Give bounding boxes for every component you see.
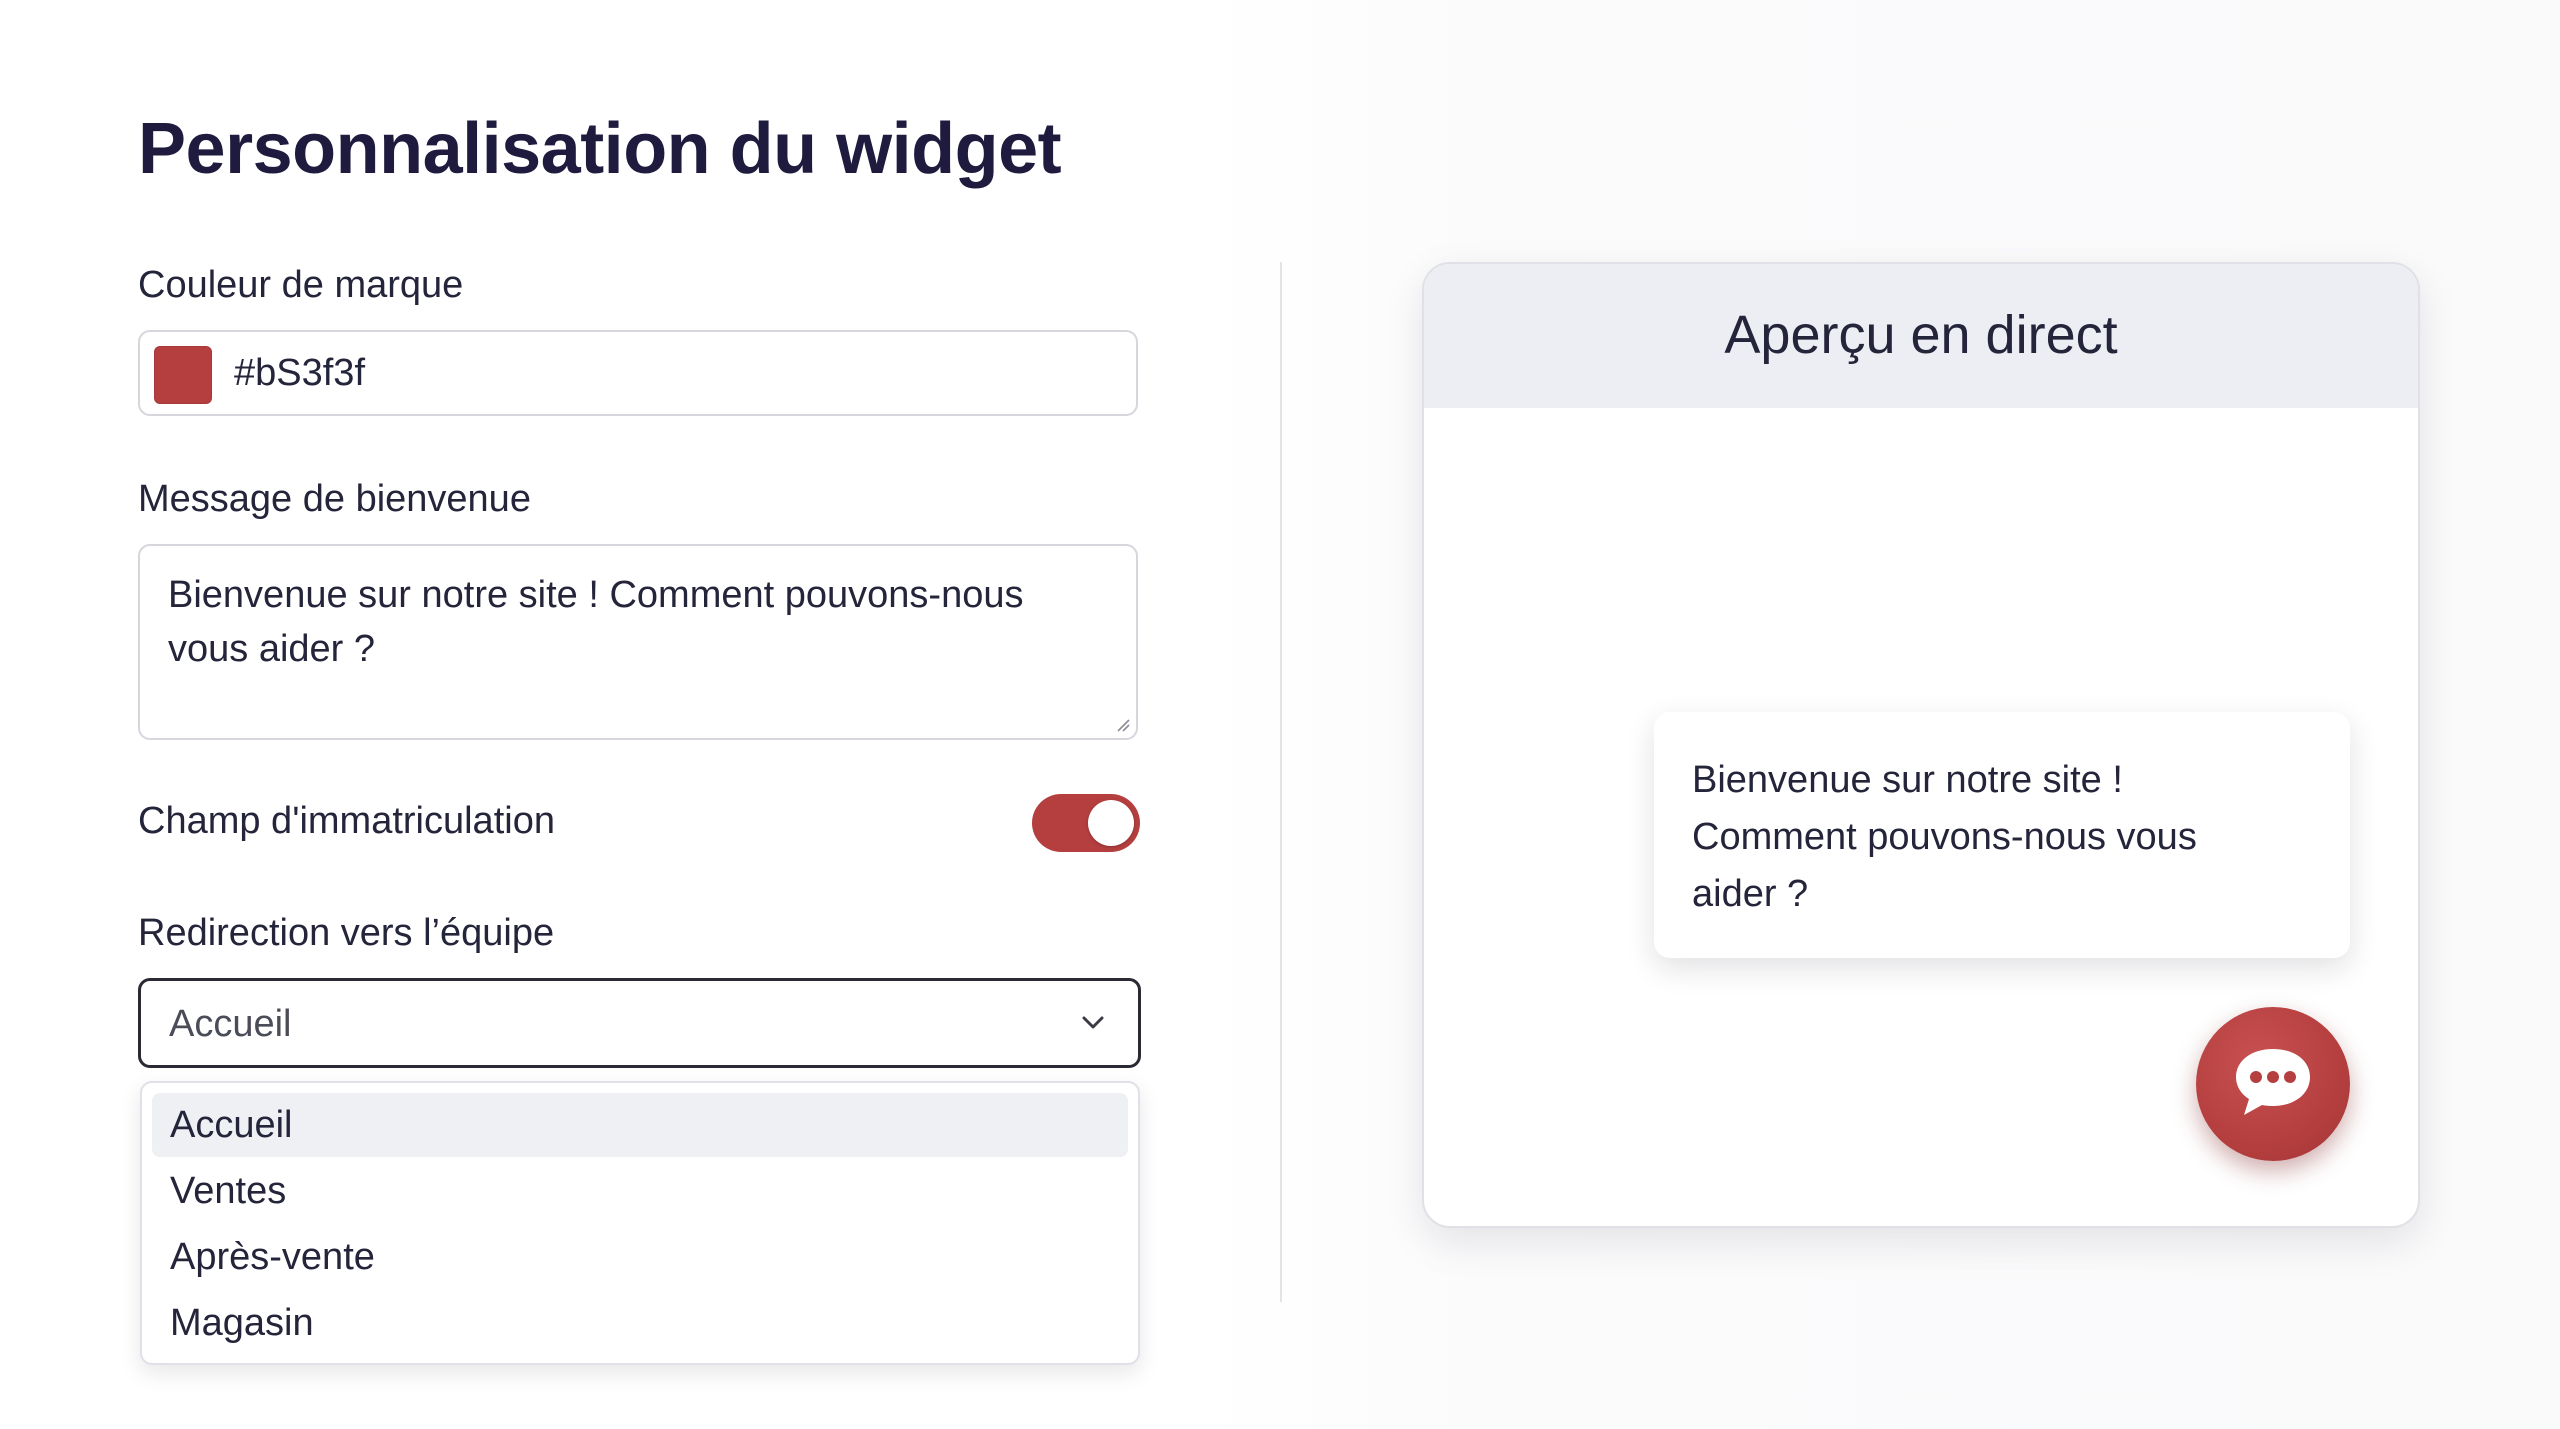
welcome-message-text[interactable]: Bienvenue sur notre site ! Comment pouvo… bbox=[168, 574, 1023, 670]
vertical-divider bbox=[1280, 262, 1282, 1302]
chat-launcher-button[interactable] bbox=[2196, 1007, 2350, 1161]
chat-bubble-line-3: aider ? bbox=[1692, 873, 1809, 915]
dropdown-option-magasin[interactable]: Magasin bbox=[152, 1291, 1128, 1355]
dropdown-option-apres-vente[interactable]: Après-vente bbox=[152, 1225, 1128, 1289]
chevron-down-icon bbox=[1082, 1016, 1104, 1029]
registration-field-label: Champ d'immatriculation bbox=[138, 800, 555, 842]
registration-field-toggle[interactable] bbox=[1032, 794, 1140, 852]
preview-header: Aperçu en direct bbox=[1424, 264, 2418, 408]
chat-bubble-dots-icon bbox=[2236, 1049, 2310, 1115]
welcome-message-label: Message de bienvenue bbox=[138, 478, 531, 520]
team-redirect-select[interactable]: Accueil bbox=[138, 978, 1141, 1068]
dropdown-option-accueil[interactable]: Accueil bbox=[152, 1093, 1128, 1157]
team-redirect-dropdown: Accueil Ventes Après-vente Magasin bbox=[140, 1081, 1140, 1365]
chat-bubble-line-1: Bienvenue sur notre site ! bbox=[1692, 759, 2123, 801]
resize-handle-icon[interactable] bbox=[1116, 718, 1130, 732]
team-redirect-label: Redirection vers l’équipe bbox=[138, 912, 555, 954]
chat-welcome-bubble: Bienvenue sur notre site ! Comment pouvo… bbox=[1654, 712, 2350, 958]
page-title: Personnalisation du widget bbox=[138, 109, 1062, 189]
welcome-message-textarea[interactable]: Bienvenue sur notre site ! Comment pouvo… bbox=[138, 544, 1138, 740]
dropdown-option-ventes[interactable]: Ventes bbox=[152, 1159, 1128, 1223]
color-swatch[interactable] bbox=[154, 346, 212, 404]
toggle-knob bbox=[1088, 800, 1134, 846]
team-redirect-selected-value: Accueil bbox=[169, 1003, 292, 1045]
chat-bubble-line-2: Comment pouvons-nous vous bbox=[1692, 816, 2197, 858]
brand-color-value[interactable]: #bS3f3f bbox=[234, 352, 365, 395]
brand-color-input[interactable]: #bS3f3f bbox=[138, 330, 1138, 416]
preview-title: Aperçu en direct bbox=[1724, 305, 2118, 365]
brand-color-label: Couleur de marque bbox=[138, 264, 464, 306]
